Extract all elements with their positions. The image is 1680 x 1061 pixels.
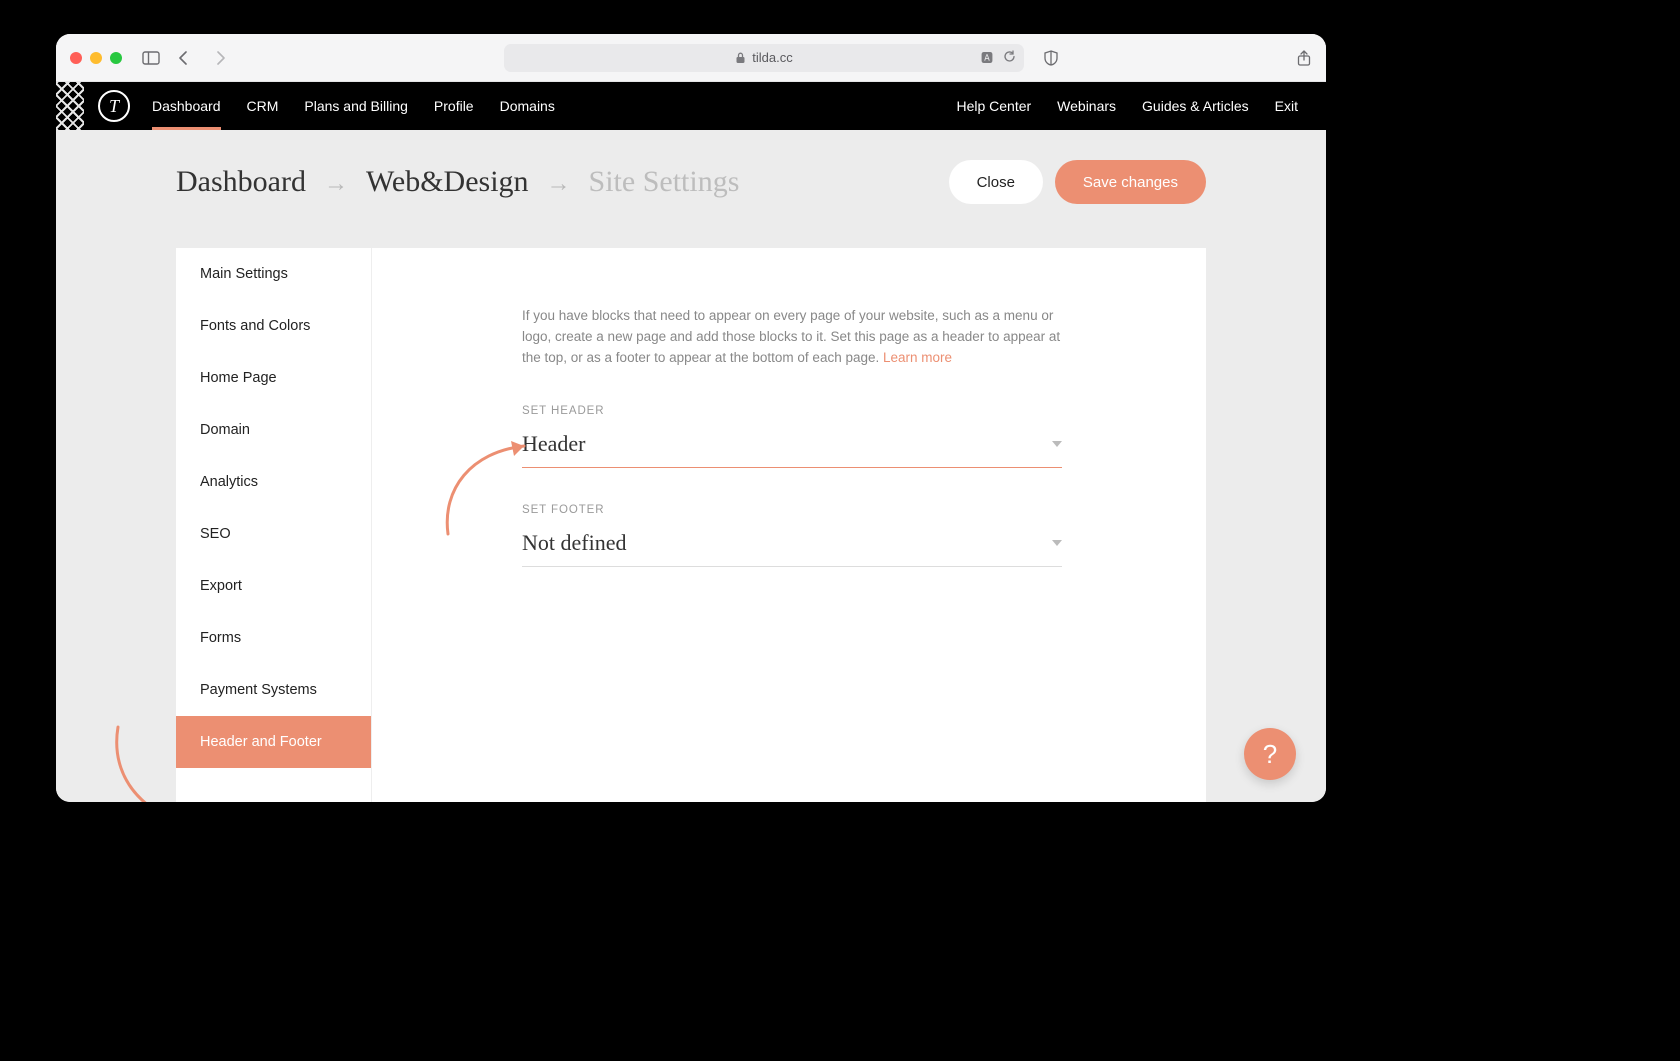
nav-guides-articles[interactable]: Guides & Articles: [1142, 98, 1249, 114]
sidebar-item-export[interactable]: Export: [176, 560, 371, 612]
header-select[interactable]: Header: [522, 431, 1062, 468]
nav-arrows: [170, 46, 234, 70]
settings-sidebar: Main SettingsFonts and ColorsHome PageDo…: [176, 248, 372, 802]
nav-plans-and-billing[interactable]: Plans and Billing: [304, 83, 408, 129]
header-select-value: Header: [522, 431, 586, 457]
sidebar-item-domain[interactable]: Domain: [176, 404, 371, 456]
nav-exit[interactable]: Exit: [1275, 98, 1298, 114]
chevron-down-icon: [1052, 540, 1062, 546]
nav-profile[interactable]: Profile: [434, 83, 474, 129]
breadcrumb-row: Dashboard → Web&Design → Site Settings C…: [176, 160, 1206, 204]
sidebar-item-fonts-and-colors[interactable]: Fonts and Colors: [176, 300, 371, 352]
logo[interactable]: T: [98, 90, 130, 122]
sidebar-item-seo[interactable]: SEO: [176, 508, 371, 560]
sidebar-item-forms[interactable]: Forms: [176, 612, 371, 664]
sidebar-item-analytics[interactable]: Analytics: [176, 456, 371, 508]
window-controls: [70, 52, 122, 64]
footer-select-value: Not defined: [522, 530, 626, 556]
help-text: If you have blocks that need to appear o…: [522, 306, 1082, 369]
breadcrumb-dashboard[interactable]: Dashboard: [176, 165, 306, 199]
sidebar-item-home-page[interactable]: Home Page: [176, 352, 371, 404]
breadcrumb-project[interactable]: Web&Design: [366, 165, 529, 199]
maximize-window-button[interactable]: [110, 52, 122, 64]
app-area: T Dashboard CRM Plans and Billing Profile Do…: [56, 82, 1326, 802]
help-fab[interactable]: ?: [1244, 728, 1296, 780]
settings-panel: If you have blocks that need to appear o…: [372, 248, 1206, 802]
field-label: SET HEADER: [522, 405, 1062, 417]
lock-icon: [735, 52, 746, 64]
browser-chrome: tilda.cc 🅰: [56, 34, 1326, 82]
browser-window: tilda.cc 🅰: [56, 34, 1326, 802]
url-bar[interactable]: tilda.cc 🅰: [504, 44, 1024, 72]
breadcrumb: Dashboard → Web&Design → Site Settings: [176, 165, 739, 199]
close-window-button[interactable]: [70, 52, 82, 64]
close-button[interactable]: Close: [949, 160, 1043, 204]
sidebar-item-payment-systems[interactable]: Payment Systems: [176, 664, 371, 716]
translate-icon[interactable]: 🅰: [981, 49, 993, 66]
sidebar-item-header-and-footer[interactable]: Header and Footer: [176, 716, 371, 768]
nav-crm[interactable]: CRM: [247, 83, 279, 129]
nav-help-center[interactable]: Help Center: [956, 98, 1031, 114]
reload-icon[interactable]: [1003, 50, 1016, 66]
breadcrumb-separator: →: [324, 171, 348, 198]
shield-icon[interactable]: [1044, 46, 1058, 70]
nav-dashboard[interactable]: Dashboard: [152, 83, 221, 129]
minimize-window-button[interactable]: [90, 52, 102, 64]
back-button[interactable]: [170, 46, 198, 70]
decorative-pattern: [56, 82, 84, 130]
breadcrumb-current: Site Settings: [589, 165, 740, 199]
content: Main SettingsFonts and ColorsHome PageDo…: [176, 248, 1206, 802]
top-nav: T Dashboard CRM Plans and Billing Profile Do…: [56, 82, 1326, 130]
nav-domains[interactable]: Domains: [500, 83, 555, 129]
set-header-field: SET HEADER Header: [522, 405, 1062, 468]
field-label: SET FOOTER: [522, 504, 1062, 516]
breadcrumb-separator: →: [547, 171, 571, 198]
learn-more-link[interactable]: Learn more: [883, 350, 952, 365]
save-changes-button[interactable]: Save changes: [1055, 160, 1206, 204]
chevron-down-icon: [1052, 441, 1062, 447]
sidebar-toggle-icon[interactable]: [142, 46, 160, 70]
url-host: tilda.cc: [752, 50, 792, 65]
nav-webinars[interactable]: Webinars: [1057, 98, 1116, 114]
sidebar-item-main-settings[interactable]: Main Settings: [176, 248, 371, 300]
footer-select[interactable]: Not defined: [522, 530, 1062, 567]
forward-button[interactable]: [206, 46, 234, 70]
set-footer-field: SET FOOTER Not defined: [522, 504, 1062, 567]
share-icon[interactable]: [1290, 46, 1318, 70]
